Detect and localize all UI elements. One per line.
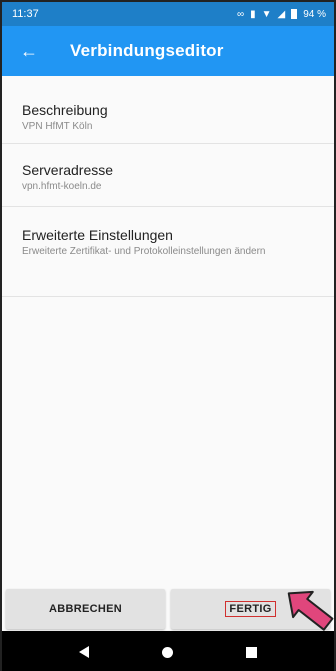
server-address-label: Serveradresse <box>22 162 114 178</box>
status-time: 11:37 <box>12 8 39 20</box>
vibrate-icon: ▮ <box>250 8 256 20</box>
battery-icon <box>291 9 298 19</box>
done-button-label: FERTIG <box>225 601 276 617</box>
wifi-icon: ▼ <box>261 8 272 20</box>
link-icon: ∞ <box>236 8 245 20</box>
advanced-settings-item[interactable]: Erweiterte Einstellungen Erweiterte Zert… <box>2 207 334 297</box>
settings-list: Beschreibung VPN HfMT Köln Serveradresse… <box>2 76 334 297</box>
arrow-left-icon[interactable]: ← <box>16 38 42 64</box>
app-window: 11:37 ∞ ▮ ▼ ◢ 94 % ← Verbindungseditor B… <box>0 0 336 671</box>
server-address-item[interactable]: Serveradresse vpn.hfmt-koeln.de <box>2 144 334 207</box>
nav-recents-icon[interactable] <box>246 646 258 658</box>
annotation-arrow-icon <box>287 590 334 631</box>
app-toolbar: ← Verbindungseditor <box>2 26 334 76</box>
nav-home-icon[interactable] <box>161 646 173 658</box>
battery-level: 94 % <box>303 8 326 20</box>
cancel-button[interactable]: ABBRECHEN <box>6 589 165 629</box>
description-label: Beschreibung <box>22 102 108 118</box>
cancel-button-label: ABBRECHEN <box>49 603 122 615</box>
description-value: VPN HfMT Köln <box>22 121 93 132</box>
advanced-settings-value: Erweiterte Zertifikat- und Protokolleins… <box>22 246 266 257</box>
advanced-settings-label: Erweiterte Einstellungen <box>22 227 173 243</box>
signal-icon: ◢ <box>277 8 286 20</box>
description-item[interactable]: Beschreibung VPN HfMT Köln <box>2 76 334 144</box>
server-address-value: vpn.hfmt-koeln.de <box>22 181 102 192</box>
nav-back-icon[interactable] <box>78 646 89 658</box>
system-nav-bar <box>2 631 334 671</box>
status-bar: 11:37 ∞ ▮ ▼ ◢ 94 % <box>2 2 334 26</box>
page-title: Verbindungseditor <box>70 41 224 60</box>
status-icons: ∞ ▮ ▼ ◢ 94 % <box>237 9 326 20</box>
